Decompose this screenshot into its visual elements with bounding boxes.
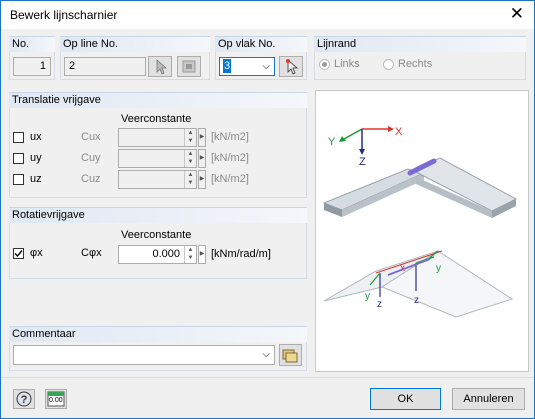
commentaar-group: Commentaar ⌵: [9, 326, 307, 371]
title-bar: Bewerk lijnscharnier ✕: [1, 1, 534, 29]
help-button[interactable]: ?: [13, 389, 35, 409]
commentaar-input[interactable]: ⌵: [13, 345, 275, 365]
axis-label-y: Y: [328, 136, 336, 148]
op-line-group: Op line No. 2: [60, 36, 210, 80]
cancel-button[interactable]: Annuleren: [452, 388, 525, 410]
const-label-cphix: Cφx: [81, 247, 102, 259]
dof-label-ux: ux: [30, 131, 42, 143]
cphix-arrow-button[interactable]: ▶: [198, 245, 206, 264]
const-label-cux: Cux: [81, 131, 101, 143]
translatie-veerconstante-header: Veerconstante: [121, 113, 192, 125]
op-vlak-select[interactable]: 3 ⌵: [219, 57, 275, 76]
cuz-arrow-button[interactable]: ▶: [198, 170, 206, 189]
comment-library-button[interactable]: [279, 344, 302, 366]
dof-label-uz: uz: [30, 173, 42, 185]
units-badge-text: 0.00: [49, 397, 63, 404]
rotatie-group: Rotatievrijgave Veerconstante φx Cφx 0.0…: [9, 207, 307, 279]
chevron-down-icon: ⌵: [262, 349, 270, 360]
checkbox-phix[interactable]: [13, 248, 24, 259]
cursor-pick-icon: [156, 59, 168, 75]
select-line-button[interactable]: [177, 56, 201, 77]
close-icon[interactable]: ✕: [510, 4, 524, 24]
window-title: Bewerk lijnscharnier: [10, 8, 118, 22]
no-group: No. 1: [9, 36, 55, 80]
unit-cuy: [kN/m2]: [211, 152, 249, 164]
no-label: No.: [12, 38, 30, 50]
unit-cuz: [kN/m2]: [211, 173, 249, 185]
cux-arrow-button[interactable]: ▶: [198, 128, 206, 147]
checkbox-ux[interactable]: [13, 132, 24, 143]
chevron-down-icon: ⌵: [262, 61, 270, 72]
select-object-icon: [182, 60, 196, 73]
radio-rechts-label: Rechts: [398, 58, 433, 70]
axis-label-x: X: [395, 126, 403, 138]
cursor-pick-icon: [286, 59, 299, 75]
cuy-arrow-button[interactable]: ▶: [198, 149, 206, 168]
rotatie-veerconstante-header: Veerconstante: [121, 229, 192, 241]
checkmark-icon: [14, 250, 23, 258]
hinge-preview-illustration: X Y Z x y z z y: [322, 126, 518, 318]
const-label-cuy: Cuy: [81, 152, 101, 164]
op-vlak-group: Op vlak No. 3 ⌵: [215, 36, 307, 80]
radio-links-label: Links: [334, 58, 360, 70]
rotatie-label: Rotatievrijgave: [12, 209, 85, 221]
radio-rechts[interactable]: [383, 59, 394, 70]
no-field: 1: [13, 57, 51, 76]
op-line-field: 2: [64, 57, 146, 76]
y-axis-arrow: [343, 128, 363, 140]
pick-line-button[interactable]: [148, 56, 172, 77]
dialog-window: Bewerk lijnscharnier ✕ No. 1 Op line No.…: [0, 0, 535, 419]
help-icon: ?: [16, 391, 32, 407]
ok-button[interactable]: OK: [370, 388, 441, 410]
cuz-input: ▲ ▼: [118, 170, 197, 189]
translatie-label: Translatie vrijgave: [12, 94, 101, 106]
checkbox-uy[interactable]: [13, 153, 24, 164]
units-button[interactable]: 0.00: [45, 389, 67, 409]
dof-label-uy: uy: [30, 152, 42, 164]
svg-text:y: y: [436, 263, 441, 274]
axis-label-z: Z: [359, 156, 366, 168]
dof-label-phix: φx: [30, 247, 43, 259]
comment-library-icon: [282, 349, 298, 363]
commentaar-label: Commentaar: [12, 328, 76, 340]
pick-surface-button[interactable]: [279, 56, 303, 77]
cphix-value: 0.000: [152, 248, 180, 260]
cuy-input: ▲ ▼: [118, 149, 197, 168]
preview-panel: X Y Z x y z z y: [315, 90, 529, 372]
checkbox-uz[interactable]: [13, 174, 24, 185]
svg-text:z: z: [414, 295, 419, 306]
svg-text:?: ?: [21, 394, 28, 406]
local-axis-label-z: z: [377, 299, 382, 310]
local-axis-label-y: y: [365, 291, 370, 302]
lijnrand-group: Lijnrand Links Rechts: [314, 36, 526, 80]
unit-cphix: [kNm/rad/m]: [211, 248, 271, 260]
lijnrand-label: Lijnrand: [317, 38, 357, 50]
cphix-input[interactable]: 0.000 ▲ ▼: [118, 245, 197, 264]
cux-input: ▲ ▼: [118, 128, 197, 147]
const-label-cuz: Cuz: [81, 173, 101, 185]
translatie-group: Translatie vrijgave Veerconstante ux Cux…: [9, 92, 307, 198]
unit-cux: [kN/m2]: [211, 131, 249, 143]
radio-links[interactable]: [319, 59, 330, 70]
op-line-label: Op line No.: [63, 38, 119, 50]
op-vlak-label: Op vlak No.: [218, 38, 276, 50]
op-vlak-value: 3: [223, 59, 232, 73]
